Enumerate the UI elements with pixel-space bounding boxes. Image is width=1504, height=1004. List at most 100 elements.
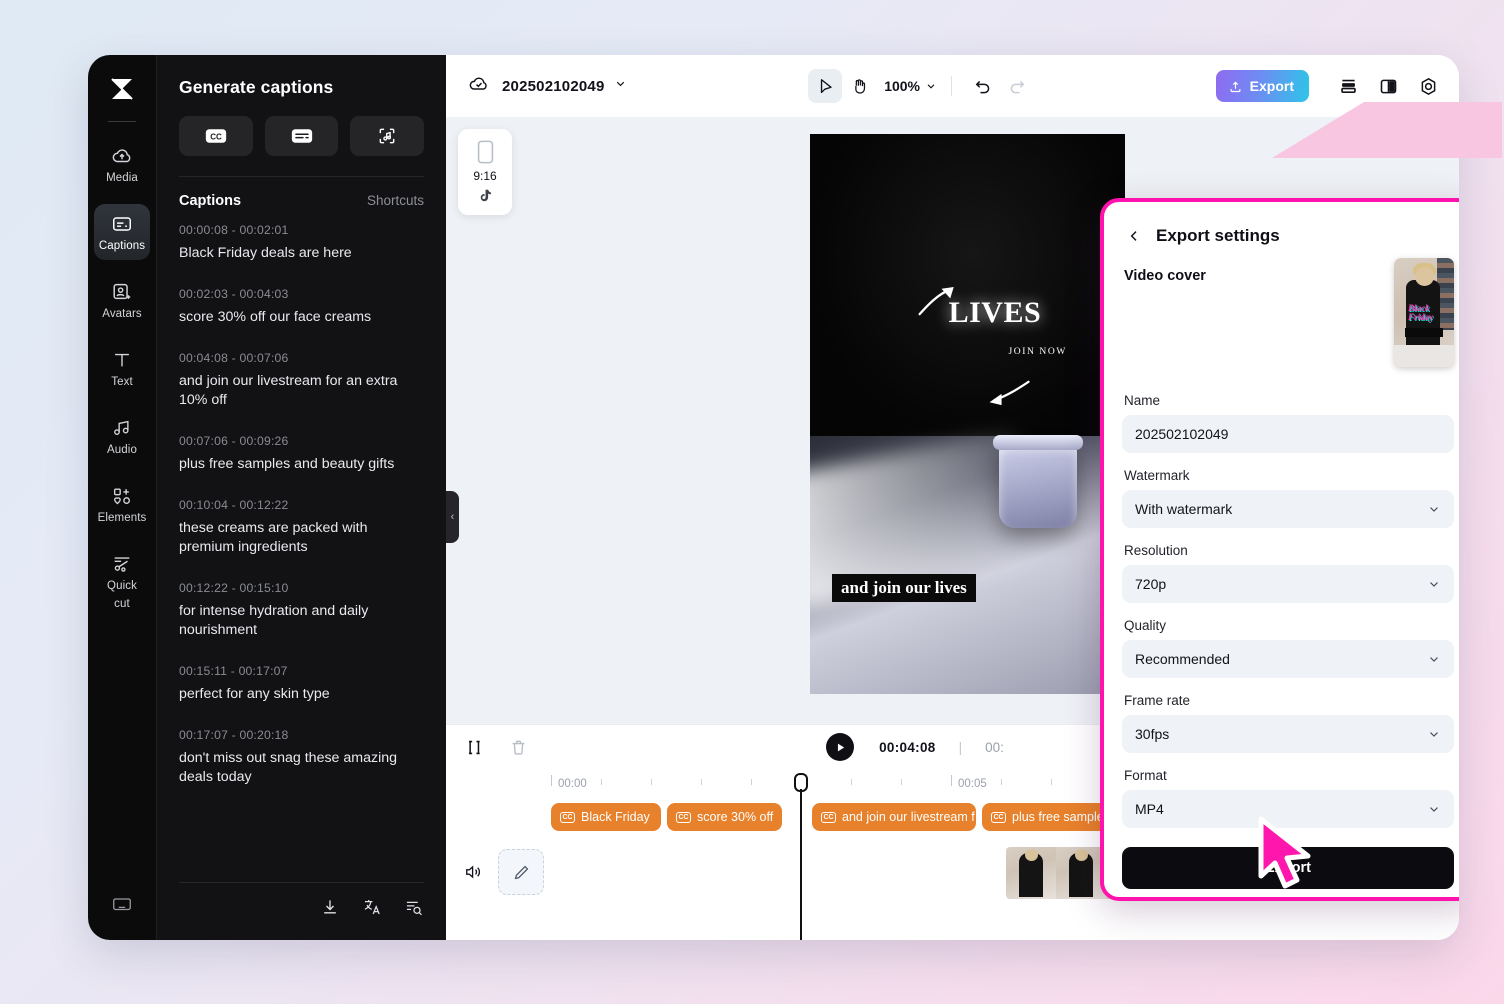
caption-list[interactable]: 00:00:08 - 00:02:01 Black Friday deals a…: [157, 209, 446, 882]
cc-icon: CC: [676, 811, 691, 823]
cover-foreground: [1394, 345, 1454, 367]
name-input[interactable]: 202502102049: [1122, 415, 1454, 453]
caption-chip-label: and join our livestream f: [842, 810, 975, 824]
caption-time: 00:02:03 - 00:04:03: [179, 287, 289, 301]
captions-footer: [157, 883, 446, 940]
video-top-half: [810, 134, 1125, 437]
find-replace-icon: [406, 901, 422, 916]
elements-icon: [113, 488, 131, 505]
frame-rate-select[interactable]: 30fps: [1122, 715, 1454, 753]
generate-subtitle-card-button[interactable]: [264, 116, 339, 156]
captions-icon: [113, 217, 131, 231]
split-clip-button[interactable]: [460, 733, 488, 761]
select-tool-button[interactable]: [808, 69, 843, 103]
download-captions-button[interactable]: [320, 897, 340, 922]
project-name-dropdown[interactable]: [614, 77, 627, 95]
translate-captions-button[interactable]: [362, 897, 382, 922]
resolution-value: 720p: [1135, 576, 1167, 592]
list-item[interactable]: 00:00:08 - 00:02:01 Black Friday deals a…: [179, 223, 424, 263]
settings-gear-icon: [1421, 77, 1435, 95]
sidebar-item-audio[interactable]: Audio: [94, 408, 150, 464]
export-settings-panel: Export settings Video cover Black Friday…: [1100, 198, 1459, 901]
back-button[interactable]: [1126, 228, 1142, 244]
resolution-select[interactable]: 720p: [1122, 565, 1454, 603]
list-item[interactable]: 00:04:08 - 00:07:06 and join our livestr…: [179, 351, 424, 410]
find-replace-button[interactable]: [404, 897, 424, 922]
top-toolbar: 202502102049 100% Export: [446, 55, 1459, 117]
caption-text[interactable]: don't miss out snag these amazing deals …: [179, 749, 424, 787]
layers-button[interactable]: [1333, 71, 1363, 101]
caption-chip[interactable]: CC Black Friday: [551, 803, 661, 831]
sidebar-item-text[interactable]: Text: [94, 340, 150, 396]
undo-button[interactable]: [966, 69, 1000, 103]
caption-text[interactable]: perfect for any skin type: [179, 685, 424, 704]
list-item[interactable]: 00:07:06 - 00:09:26 plus free samples an…: [179, 434, 424, 474]
undo-icon: [975, 80, 990, 94]
shortcuts-link[interactable]: Shortcuts: [367, 193, 424, 208]
edit-clip-button[interactable]: [498, 849, 544, 895]
keyboard-shortcuts-button[interactable]: [111, 893, 133, 920]
watermark-label: Watermark: [1124, 468, 1190, 483]
caption-text[interactable]: plus free samples and beauty gifts: [179, 455, 424, 474]
video-cover-row: Video cover Black Friday: [1122, 246, 1454, 367]
collapse-panel-handle[interactable]: ‹: [446, 491, 459, 543]
zoom-level-value: 100%: [884, 78, 920, 94]
frame-rate-value: 30fps: [1135, 726, 1170, 742]
caption-time: 00:15:11 - 00:17:07: [179, 664, 288, 678]
settings-button[interactable]: [1413, 71, 1443, 101]
list-item[interactable]: 00:15:11 - 00:17:07 perfect for any skin…: [179, 664, 424, 704]
caption-chip[interactable]: CC and join our livestream f: [812, 803, 976, 831]
sidebar-item-quick-cut[interactable]: Quick cut: [94, 544, 150, 618]
caption-text[interactable]: Black Friday deals are here: [179, 244, 424, 263]
sidebar-item-avatars[interactable]: Avatars: [94, 272, 150, 328]
caption-time: 00:12:22 - 00:15:10: [179, 581, 289, 595]
cloud-save-status[interactable]: [468, 73, 490, 100]
export-confirm-button[interactable]: Export: [1122, 847, 1454, 889]
pencil-edit-icon: [514, 865, 528, 879]
cover-caption-strip: [1405, 328, 1443, 337]
generate-cc-button[interactable]: CC: [179, 116, 253, 156]
left-rail: Media Captions Avatars Text Audio Elemen…: [88, 55, 156, 940]
sidebar-item-media[interactable]: Media: [94, 136, 150, 192]
caption-text[interactable]: score 30% off our face creams: [179, 308, 424, 327]
delete-clip-button[interactable]: [504, 733, 532, 761]
video-preview[interactable]: LIVES JOIN NOW and join our lives: [810, 134, 1125, 694]
list-item[interactable]: 00:02:03 - 00:04:03 score 30% off our fa…: [179, 287, 424, 327]
export-button[interactable]: Export: [1215, 70, 1310, 102]
caption-text[interactable]: for intense hydration and daily nourishm…: [179, 602, 424, 640]
zoom-level-dropdown[interactable]: 100%: [884, 78, 937, 94]
ruler-label: 00:05: [958, 778, 987, 790]
chevron-left-icon: [1130, 231, 1137, 241]
quality-select[interactable]: Recommended: [1122, 640, 1454, 678]
current-timecode: 00:04:08: [879, 739, 936, 755]
caption-time: 00:10:04 - 00:12:22: [179, 498, 289, 512]
hand-tool-button[interactable]: [842, 69, 876, 103]
format-select[interactable]: MP4: [1122, 790, 1454, 828]
caption-chip[interactable]: CC score 30% off: [667, 803, 782, 831]
caption-text[interactable]: these creams are packed with premium ing…: [179, 519, 424, 557]
split-view-button[interactable]: [1373, 71, 1403, 101]
play-button[interactable]: [826, 733, 855, 761]
sidebar-item-captions[interactable]: Captions: [94, 204, 150, 260]
cursor-arrow-icon: [820, 78, 832, 93]
mute-track-button[interactable]: [460, 859, 486, 885]
watermark-select[interactable]: With watermark: [1122, 490, 1454, 528]
list-item[interactable]: 00:12:22 - 00:15:10 for intense hydratio…: [179, 581, 424, 640]
list-item[interactable]: 00:17:07 - 00:20:18 don't miss out snag …: [179, 728, 424, 787]
generate-auto-lyrics-button[interactable]: [350, 116, 425, 156]
project-name[interactable]: 202502102049: [502, 78, 605, 95]
video-cover-thumbnail[interactable]: Black Friday: [1394, 258, 1454, 367]
sidebar-item-label: Avatars: [102, 308, 142, 320]
chevron-down-icon: [616, 81, 624, 87]
list-item[interactable]: 00:10:04 - 00:12:22 these creams are pac…: [179, 498, 424, 557]
phone-frame-icon: [477, 140, 493, 164]
redo-button[interactable]: [1000, 69, 1034, 103]
resolution-group: Resolution 720p: [1122, 543, 1454, 603]
sidebar-item-elements[interactable]: Elements: [94, 476, 150, 532]
aspect-ratio-badge[interactable]: 9:16: [458, 129, 512, 215]
quality-label: Quality: [1124, 618, 1167, 633]
chevron-down-icon: [1430, 507, 1438, 512]
frame-rate-label: Frame rate: [1124, 693, 1191, 708]
caption-text[interactable]: and join our livestream for an extra 10%…: [179, 372, 424, 410]
speaker-icon: [466, 865, 481, 879]
